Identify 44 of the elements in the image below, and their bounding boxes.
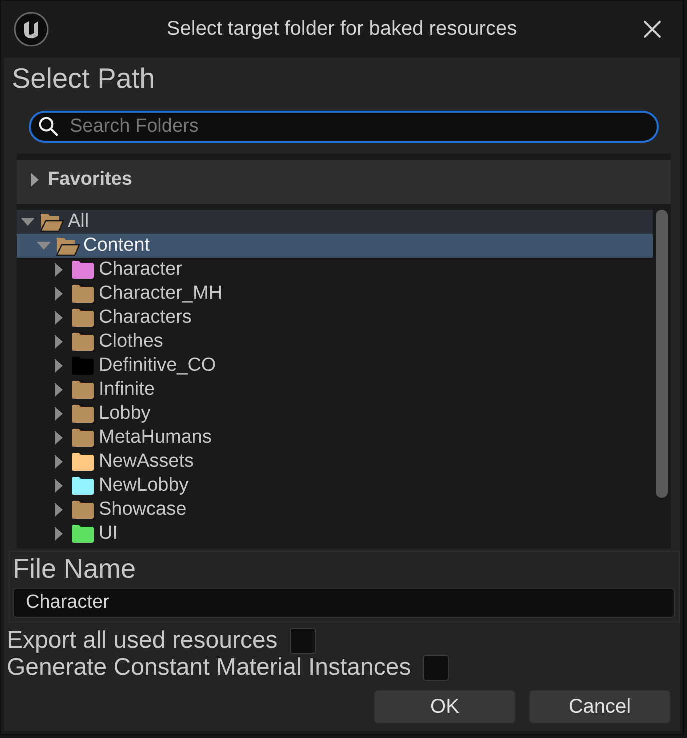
caret-right-icon[interactable]	[55, 359, 63, 373]
cancel-button[interactable]: Cancel	[529, 690, 671, 724]
scrollbar-thumb[interactable]	[656, 210, 668, 498]
caret-right-icon[interactable]	[55, 503, 63, 517]
tree-item[interactable]: All	[17, 210, 653, 234]
caret-right-icon[interactable]	[55, 527, 63, 541]
caret-right-icon[interactable]	[55, 287, 63, 301]
option-label: Generate Constant Material Instances	[7, 654, 412, 682]
tree-item[interactable]: Content	[17, 234, 653, 258]
tree-item[interactable]: Character_MH	[17, 282, 653, 306]
ok-button[interactable]: OK	[374, 690, 516, 724]
caret-right-icon[interactable]	[55, 431, 63, 445]
caret-right-icon[interactable]	[55, 407, 63, 421]
search-field[interactable]: Search Folders	[29, 111, 659, 143]
tree-item[interactable]: MetaHumans	[17, 426, 653, 450]
close-icon	[644, 21, 661, 38]
tree-item[interactable]: Definitive_CO	[17, 354, 653, 378]
caret-right-icon[interactable]	[55, 311, 63, 325]
search-icon	[39, 117, 58, 136]
checkbox[interactable]	[423, 655, 450, 681]
window-title: Select target folder for baked resources	[166, 18, 518, 41]
tree-item[interactable]: NewAssets	[17, 450, 653, 474]
logo-icon	[14, 12, 49, 47]
section-heading: Select Path	[12, 63, 156, 95]
caret-right-icon[interactable]	[55, 479, 63, 493]
caret-down-icon[interactable]	[21, 218, 35, 226]
tree-item[interactable]: Character	[17, 258, 653, 282]
caret-right-icon[interactable]	[55, 455, 63, 469]
favorites-header[interactable]: Favorites	[17, 160, 671, 204]
caret-right-icon[interactable]	[55, 263, 63, 277]
tree-item[interactable]: NewLobby	[17, 474, 653, 498]
field-label: File Name	[13, 554, 136, 584]
file-name-field[interactable]: Character	[13, 588, 675, 618]
tree-item[interactable]: Infinite	[17, 378, 653, 402]
tree-item[interactable]: Lobby	[17, 402, 653, 426]
caret-right-icon[interactable]	[55, 335, 63, 349]
tree-item[interactable]: Showcase	[17, 498, 653, 522]
checkbox[interactable]	[290, 628, 316, 654]
tree-item[interactable]: Clothes	[17, 330, 653, 354]
tree-item[interactable]: Characters	[17, 306, 653, 330]
caret-right-icon[interactable]	[31, 173, 39, 187]
caret-right-icon[interactable]	[55, 383, 63, 397]
option-label: Export all used resources	[7, 627, 278, 655]
tree-item[interactable]: UI	[17, 522, 653, 546]
